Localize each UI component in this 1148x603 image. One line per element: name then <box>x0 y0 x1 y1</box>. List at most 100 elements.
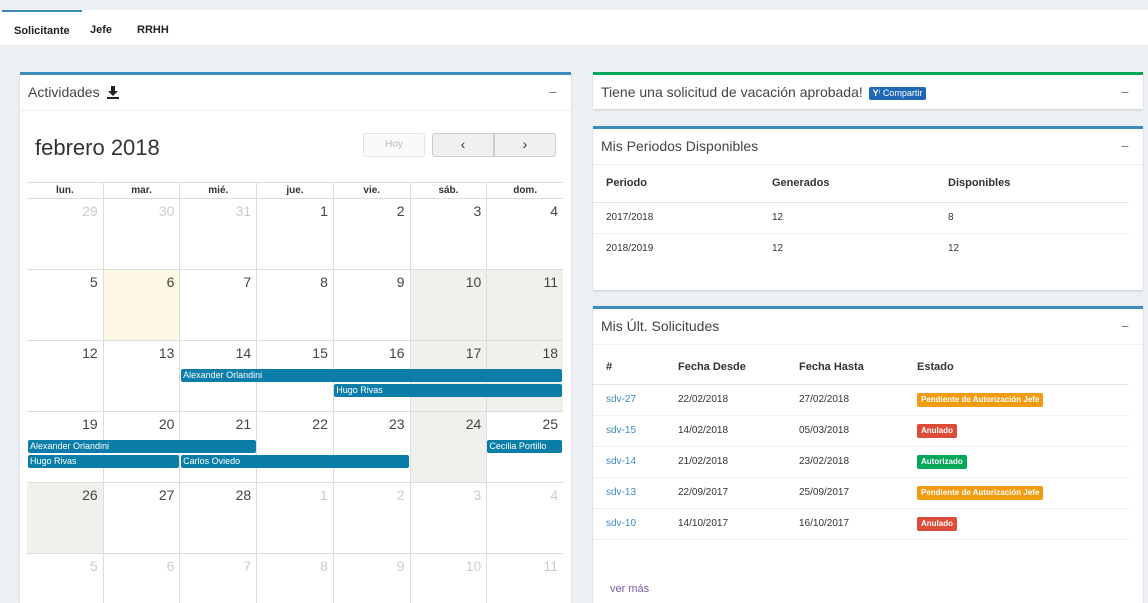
day-number: 3 <box>473 487 482 503</box>
day-number: 24 <box>465 416 482 432</box>
calendar-week-row: 26 27 28 1 2 3 4 <box>27 483 563 554</box>
weekday-header: sáb. <box>409 183 487 198</box>
periods-box: Mis Periodos Disponibles − Periodo Gener… <box>593 126 1143 290</box>
collapse-icon[interactable]: − <box>1121 138 1129 154</box>
cell-fecha-desde: 22/02/2018 <box>678 394 729 405</box>
calendar-event[interactable]: Hugo Rivas <box>334 384 562 397</box>
day-number: 8 <box>320 558 328 574</box>
calendar-day-cell[interactable]: 8 <box>256 554 333 603</box>
calendar-day-cell[interactable]: 10 <box>409 554 487 603</box>
calendar-day-cell[interactable]: 30 <box>102 199 180 269</box>
cell-fecha-hasta: 25/09/2017 <box>799 487 850 498</box>
day-number: 5 <box>89 558 98 574</box>
weekday-header: lun. <box>55 185 74 196</box>
day-number: 1 <box>320 203 328 219</box>
day-number: 12 <box>82 345 98 361</box>
share-button[interactable]: Yⁱ Compartir <box>868 86 927 100</box>
table-row: 2018/2019 12 12 <box>593 233 1129 264</box>
cell-fecha-desde-cell: 22/09/2017 <box>665 477 786 509</box>
calendar-event[interactable]: Alexander Orlandini <box>181 369 562 382</box>
collapse-icon[interactable]: − <box>1121 84 1129 100</box>
calendar-day-cell[interactable]: 13 <box>102 341 180 411</box>
calendar-day-cell[interactable]: 12 <box>27 341 103 411</box>
day-number: 31 <box>235 203 252 219</box>
download-icon[interactable] <box>107 86 120 102</box>
calendar-day-cell[interactable]: 5 <box>27 270 103 340</box>
day-number: 10 <box>465 558 482 574</box>
calendar-day-cell[interactable]: 23 <box>332 412 410 482</box>
calendar-day-cell[interactable]: 3 <box>409 483 487 553</box>
calendar-day-cell[interactable]: 7 <box>179 270 256 340</box>
collapse-icon[interactable]: − <box>1121 318 1129 334</box>
calendar-week-row: 19 20 21 22 23 24 25 Alexander Orlandini Cecilia… <box>27 412 563 483</box>
calendar-day-cell[interactable]: 24 <box>409 412 487 482</box>
weekday-header: dom. <box>486 183 563 198</box>
day-number: 4 <box>550 487 559 503</box>
cell-generados: 12 <box>772 243 784 255</box>
request-id-link[interactable]: sdv-14 <box>606 456 636 467</box>
calendar-day-cell[interactable]: 8 <box>256 270 333 340</box>
request-id-link[interactable]: sdv-13 <box>606 487 636 498</box>
prev-month-button[interactable]: ‹ <box>432 133 494 157</box>
tab-solicitante[interactable]: Solicitante <box>2 10 82 46</box>
calendar-day-cell[interactable]: 9 <box>332 554 410 603</box>
calendar-grid: lun. mar. mié. jue. vie. sáb. dom. 29 30 31 1 2 3 4 5… <box>27 182 564 603</box>
weekday-header: vie. <box>332 183 410 198</box>
request-id-link[interactable]: sdv-15 <box>606 425 636 436</box>
weekday-header: jue. <box>256 183 333 198</box>
request-id-link[interactable]: sdv-27 <box>606 394 636 405</box>
cell-fecha-desde: 14/02/2018 <box>678 425 729 436</box>
activities-title: Actividades <box>28 84 120 102</box>
cell-fecha-hasta-cell: 27/02/2018 <box>786 384 904 416</box>
day-number: 27 <box>158 487 175 503</box>
today-button[interactable]: Hoy <box>363 133 425 157</box>
calendar-day-cell[interactable]: 4 <box>486 199 563 269</box>
calendar-day-cell[interactable]: 28 <box>179 483 256 553</box>
day-number: 28 <box>235 487 252 503</box>
calendar-event[interactable]: Cecilia Portillo <box>487 440 562 453</box>
tab-rrhh[interactable]: RRHH <box>125 10 181 46</box>
collapse-icon[interactable]: − <box>549 84 557 100</box>
calendar-day-cell[interactable]: 3 <box>409 199 487 269</box>
calendar-day-cell[interactable]: 4 <box>486 483 563 553</box>
calendar-day-cell[interactable]: 6 <box>102 554 180 603</box>
cell-periodo: 2017/2018 <box>593 202 759 234</box>
calendar-day-cell[interactable]: 26 <box>27 483 103 553</box>
tab-jefe[interactable]: Jefe <box>78 10 124 46</box>
calendar-day-cell[interactable]: 7 <box>179 554 256 603</box>
calendar-day-cell[interactable]: 2 <box>332 483 410 553</box>
col-id: # <box>593 351 665 385</box>
calendar-day-cell[interactable]: 31 <box>179 199 256 269</box>
calendar-day-cell[interactable]: 22 <box>256 412 333 482</box>
calendar-event[interactable]: Alexander Orlandini <box>28 440 256 453</box>
cell-fecha-desde-cell: 14/10/2017 <box>665 508 786 540</box>
calendar-day-cell[interactable]: 10 <box>409 270 487 340</box>
calendar-event[interactable]: Carlos Oviedo <box>181 455 409 468</box>
see-more-link[interactable]: ver más <box>610 583 649 595</box>
calendar-day-cell[interactable]: 6 <box>102 270 180 340</box>
table-row: sdv-15 14/02/2018 05/03/2018 Anulado <box>593 415 1129 447</box>
calendar-event[interactable]: Hugo Rivas <box>28 455 180 468</box>
day-number: 26 <box>82 487 98 503</box>
calendar-day-cell[interactable]: 1 <box>256 483 333 553</box>
status-badge: Pendiente de Autorización Jefe <box>917 392 1044 407</box>
periods-title: Mis Periodos Disponibles <box>601 138 759 154</box>
request-id-link-cell: sdv-27 <box>593 384 665 416</box>
calendar-day-cell[interactable]: 11 <box>486 270 564 340</box>
day-number: 20 <box>158 416 175 432</box>
calendar-day-cell[interactable]: 11 <box>486 554 563 603</box>
calendar-day-cell[interactable]: 9 <box>332 270 410 340</box>
calendar-day-cell[interactable]: 27 <box>102 483 180 553</box>
request-id-link[interactable]: sdv-10 <box>606 518 636 529</box>
cell-fecha-hasta-cell: 16/10/2017 <box>786 508 904 540</box>
requests-title: Mis Últ. Solicitudes <box>601 318 720 334</box>
calendar-day-cell[interactable]: 5 <box>27 554 103 603</box>
next-month-button[interactable]: › <box>494 133 556 157</box>
calendar-day-cell[interactable]: 2 <box>332 199 410 269</box>
calendar-day-cell[interactable]: 1 <box>256 199 333 269</box>
table-row: sdv-10 14/10/2017 16/10/2017 Anulado <box>593 508 1129 540</box>
calendar-day-cell[interactable]: 29 <box>27 199 103 269</box>
cell-fecha-desde: 14/10/2017 <box>678 518 729 529</box>
day-number: 11 <box>543 558 559 574</box>
requests-table-body: sdv-27 22/02/2018 27/02/2018 Pendiente de A… <box>593 384 1129 540</box>
